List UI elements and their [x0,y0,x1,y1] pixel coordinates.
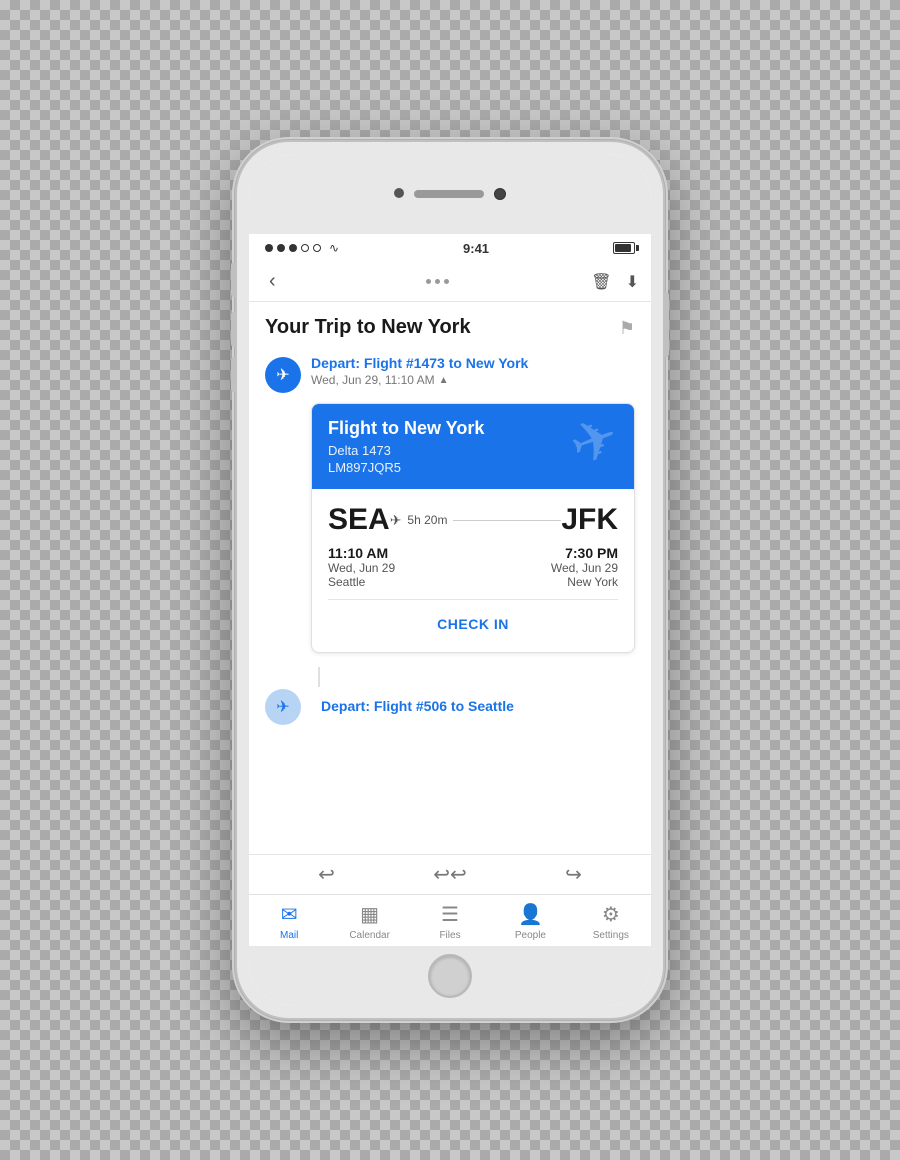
speaker-grille [414,190,484,198]
screen: ∿ 9:41 ‹ 🗑 ⬇ [249,234,651,946]
mail-label: Mail [280,930,298,941]
plane-icon-2: ✈ [276,697,289,717]
connector-line [318,667,320,687]
status-time: 9:41 [463,241,489,256]
departure-block: 11:10 AM Wed, Jun 29 Seattle [328,545,473,589]
arrival-code: JFK [561,503,618,537]
tab-files[interactable]: ☰ Files [410,902,490,941]
files-icon: ☰ [441,902,459,927]
calendar-label: Calendar [349,930,390,941]
reply-all-button[interactable]: ↩↩ [433,862,467,887]
flight-1-link[interactable]: Depart: Flight #1473 to New York [311,355,635,371]
calendar-icon: ▦ [360,902,379,927]
home-button[interactable] [428,954,472,998]
flight-1-header: Depart: Flight #1473 to New York Wed, Ju… [311,355,635,387]
status-bar: ∿ 9:41 [249,234,651,262]
trip-header: Your Trip to New York ⚑ [265,316,635,339]
departure-city: Seattle [328,575,473,589]
departure-date: Wed, Jun 29 [328,561,473,575]
signal-dot-1 [265,244,273,252]
ticket-body: SEA ✈ 5h 20m JFK 11:10 AM Wed, Jun [312,489,634,652]
nav-actions: 🗑 ⬇ [591,272,639,292]
flight-2-icon: ✈ [265,689,301,725]
flight-1-date: Wed, Jun 29, 11:10 AM ▲ [311,373,635,387]
action-bar: ↩ ↩↩ ↪ [249,854,651,894]
delete-button[interactable]: 🗑 [591,272,611,292]
signal-dot-4 [301,244,309,252]
ticket-title: Flight to New York [328,418,484,439]
tab-calendar[interactable]: ▦ Calendar [329,902,409,941]
content-area: Your Trip to New York ⚑ ✈ Depart: Flight… [249,302,651,854]
camera-dot [394,188,404,198]
signal-dot-3 [289,244,297,252]
ticket-card: Flight to New York Delta 1473 LM897JQR5 … [311,403,635,653]
signal-area: ∿ [265,241,339,255]
mail-icon: ✉ [281,902,298,927]
settings-label: Settings [593,930,629,941]
ticket-airline: Delta 1473 [328,443,484,458]
front-camera [494,188,506,200]
flight-1-icon: ✈ [265,357,301,393]
signal-dot-2 [277,244,285,252]
tab-settings[interactable]: ⚙ Settings [571,902,651,941]
battery-area [613,242,635,254]
trip-title: Your Trip to New York [265,316,471,339]
ticket-watermark-plane: ✈ [561,403,628,480]
departure-code: SEA [328,503,390,537]
times-row: 11:10 AM Wed, Jun 29 Seattle 7:30 PM Wed… [328,545,618,589]
route-row: SEA ✈ 5h 20m JFK [328,503,618,537]
flight-2-link[interactable]: Depart: Flight #506 to Seattle [321,698,514,714]
files-label: Files [439,930,460,941]
ticket-divider [328,599,618,600]
battery-icon [613,242,635,254]
flight-2-item: ✈ Depart: Flight #506 to Seattle [265,687,635,731]
phone-bottom [249,946,651,1006]
reply-button[interactable]: ↩ [318,862,335,887]
back-button[interactable]: ‹ [261,270,284,293]
check-in-button[interactable]: CHECK IN [328,610,618,638]
ticket-header: Flight to New York Delta 1473 LM897JQR5 … [312,404,634,489]
flight-1-item: ✈ Depart: Flight #1473 to New York Wed, … [265,355,635,393]
archive-button[interactable]: ⬇ [626,272,639,292]
chevron-up-icon: ▲ [439,375,449,386]
tab-bar: ✉ Mail ▦ Calendar ☰ Files 👤 People ⚙ [249,894,651,946]
route-line [453,520,561,521]
departure-time: 11:10 AM [328,545,473,561]
arrival-city: New York [473,575,618,589]
signal-dot-5 [313,244,321,252]
flag-icon: ⚑ [619,318,635,339]
ticket-header-text: Flight to New York Delta 1473 LM897JQR5 [328,418,484,475]
wifi-icon: ∿ [329,241,339,255]
settings-icon: ⚙ [602,902,620,927]
route-middle: ✈ 5h 20m [390,512,562,529]
nav-bar: ‹ 🗑 ⬇ [249,262,651,302]
tab-people[interactable]: 👤 People [490,902,570,941]
nav-dots [284,279,592,284]
plane-icon-1: ✈ [276,365,289,385]
arrival-date: Wed, Jun 29 [473,561,618,575]
flight-duration: 5h 20m [407,513,447,527]
tab-mail[interactable]: ✉ Mail [249,902,329,941]
ticket-confirmation: LM897JQR5 [328,460,484,475]
arrival-block: 7:30 PM Wed, Jun 29 New York [473,545,618,589]
arrival-time: 7:30 PM [473,545,618,561]
forward-button[interactable]: ↪ [565,862,582,887]
route-plane-icon: ✈ [390,512,402,529]
battery-fill [615,244,631,252]
people-label: People [515,930,546,941]
people-icon: 👤 [518,902,543,927]
